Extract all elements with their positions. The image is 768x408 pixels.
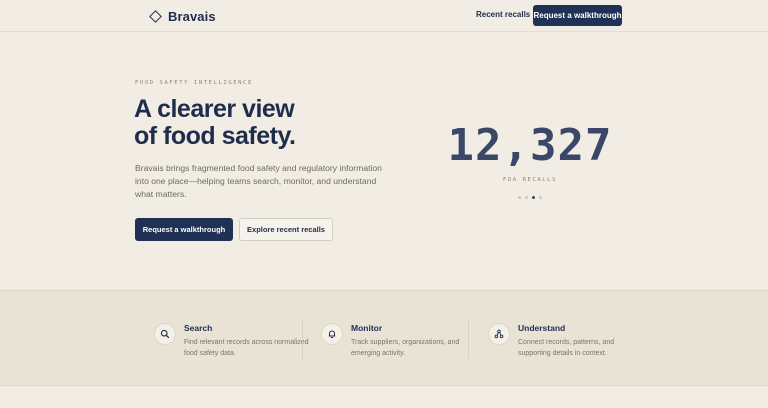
feature-description: Connect records, patterns, and supportin…: [518, 339, 615, 357]
header-request-walkthrough-button[interactable]: Request a walkthrough: [533, 5, 622, 26]
hero-title-line-2: of food safety.: [134, 122, 296, 150]
network-icon: [488, 323, 510, 345]
nav-recent-recalls-link[interactable]: Recent recalls: [476, 10, 530, 19]
feature-description: Find relevant records across normalized …: [184, 339, 309, 357]
feature-understand: Understand Connect records, patterns, an…: [488, 323, 638, 363]
brand-logo[interactable]: Bravais: [149, 8, 216, 24]
carousel-dot[interactable]: [518, 196, 521, 199]
request-walkthrough-button[interactable]: Request a walkthrough: [135, 218, 233, 241]
brand-name: Bravais: [168, 8, 216, 24]
hero-eyebrow: FOOD SAFETY INTELLIGENCE: [135, 80, 253, 86]
feature-title: Monitor: [351, 323, 383, 333]
footer-strip: [0, 386, 768, 408]
hero-title-line-1: A clearer view: [134, 95, 295, 123]
recall-count-label: FDA RECALLS: [502, 177, 558, 183]
explore-recent-recalls-button[interactable]: Explore recent recalls: [239, 218, 333, 241]
feature-divider: [302, 319, 303, 359]
search-icon: [154, 323, 176, 345]
diamond-logo-icon: [149, 9, 162, 23]
site-header: Bravais Recent recalls Request a walkthr…: [0, 0, 768, 32]
feature-search: Search Find relevant records across norm…: [154, 323, 309, 363]
page: Bravais Recent recalls Request a walkthr…: [0, 0, 768, 408]
carousel-dot[interactable]: [532, 196, 535, 199]
carousel-dots: [518, 196, 542, 199]
feature-description: Track suppliers, organizations, and emer…: [351, 339, 460, 357]
feature-divider: [468, 319, 469, 359]
features-band: Search Find relevant records across norm…: [0, 290, 768, 386]
feature-title: Understand: [518, 323, 566, 333]
hero-description: Bravais brings fragmented food safety an…: [135, 163, 382, 199]
bell-icon: [321, 323, 343, 345]
recall-count: 12,327: [447, 120, 613, 171]
carousel-dot[interactable]: [539, 196, 542, 199]
feature-title: Search: [184, 323, 213, 333]
hero-title: A clearer view of food safety.: [134, 96, 414, 150]
carousel-dot[interactable]: [525, 196, 528, 199]
feature-monitor: Monitor Track suppliers, organizations, …: [321, 323, 471, 363]
